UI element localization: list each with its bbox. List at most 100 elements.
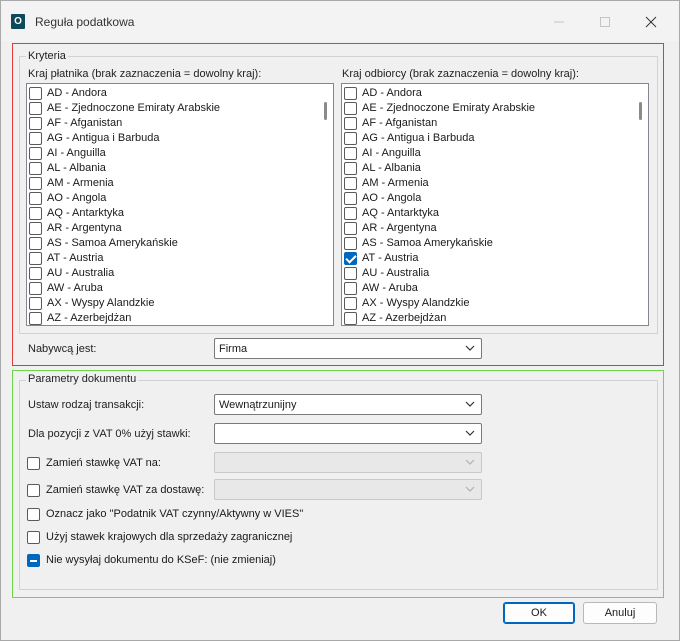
country-checkbox[interactable] (344, 282, 357, 295)
vat0-rate-select[interactable] (214, 423, 482, 444)
country-checkbox[interactable] (344, 207, 357, 220)
maximize-button[interactable] (585, 9, 625, 35)
country-checkbox[interactable] (29, 297, 42, 310)
country-checkbox[interactable] (29, 102, 42, 115)
country-list-item[interactable]: AO - Angola (29, 191, 319, 206)
country-checkbox[interactable] (344, 252, 357, 265)
country-checkbox[interactable] (29, 267, 42, 280)
country-list-item[interactable]: AG - Antigua i Barbuda (29, 131, 319, 146)
checkbox-box[interactable] (27, 531, 40, 544)
cancel-button[interactable]: Anuluj (583, 602, 657, 624)
mark-active-vat-checkbox[interactable]: Oznacz jako "Podatnik VAT czynny/Aktywny… (27, 507, 327, 523)
country-checkbox[interactable] (29, 252, 42, 265)
buyer-select[interactable]: Firma (214, 338, 482, 359)
replace-vat-delivery-select[interactable] (214, 479, 482, 500)
payer-country-list[interactable]: AD - Andora AE - Zjednoczone Emiraty Arab… (26, 83, 334, 326)
checkbox-box[interactable] (27, 457, 40, 470)
country-list-item[interactable]: AM - Armenia (29, 176, 319, 191)
country-checkbox[interactable] (344, 192, 357, 205)
replace-vat-label: Zamień stawkę VAT na: (46, 457, 161, 469)
country-list-item[interactable]: AE - Zjednoczone Emiraty Arabskie (344, 101, 634, 116)
country-label: AD - Andora (47, 87, 107, 99)
replace-vat-checkbox[interactable]: Zamień stawkę VAT na: (27, 456, 207, 472)
country-list-item[interactable]: AL - Albania (344, 161, 634, 176)
country-list-item[interactable]: AR - Argentyna (344, 221, 634, 236)
country-checkbox[interactable] (344, 87, 357, 100)
country-label: AE - Zjednoczone Emiraty Arabskie (362, 102, 536, 114)
country-list-item[interactable]: AQ - Antarktyka (29, 206, 319, 221)
close-button[interactable] (631, 9, 671, 35)
country-list-item[interactable]: AT - Austria (29, 251, 319, 266)
mark-active-vat-label: Oznacz jako "Podatnik VAT czynny/Aktywny… (46, 508, 304, 520)
country-checkbox[interactable] (29, 117, 42, 130)
country-list-item[interactable]: AI - Anguilla (29, 146, 319, 161)
country-list-item[interactable]: AO - Angola (344, 191, 634, 206)
country-list-item[interactable]: AE - Zjednoczone Emiraty Arabskie (29, 101, 319, 116)
country-list-item[interactable]: AM - Armenia (344, 176, 634, 191)
country-checkbox[interactable] (29, 162, 42, 175)
country-checkbox[interactable] (344, 132, 357, 145)
country-list-item[interactable]: AZ - Azerbejdżan (29, 311, 319, 325)
use-domestic-rates-checkbox[interactable]: Użyj stawek krajowych dla sprzedaży zagr… (27, 530, 327, 546)
country-list-item[interactable]: AF - Afganistan (344, 116, 634, 131)
country-checkbox[interactable] (29, 192, 42, 205)
country-checkbox[interactable] (344, 297, 357, 310)
country-checkbox[interactable] (344, 177, 357, 190)
checkbox-box[interactable] (27, 508, 40, 521)
replace-vat-select[interactable] (214, 452, 482, 473)
country-list-item[interactable]: AD - Andora (29, 86, 319, 101)
replace-vat-delivery-checkbox[interactable]: Zamień stawkę VAT za dostawę: (27, 483, 212, 499)
country-list-item[interactable]: AG - Antigua i Barbuda (344, 131, 634, 146)
country-list-item[interactable]: AF - Afganistan (29, 116, 319, 131)
receiver-list-scrollbar[interactable] (639, 102, 642, 120)
country-checkbox[interactable] (29, 207, 42, 220)
receiver-country-label: Kraj odbiorcy (brak zaznaczenia = dowoln… (342, 68, 579, 80)
country-list-item[interactable]: AI - Anguilla (344, 146, 634, 161)
country-list-item[interactable]: AU - Australia (344, 266, 634, 281)
country-list-item[interactable]: AX - Wyspy Alandzkie (29, 296, 319, 311)
checkbox-box[interactable] (27, 484, 40, 497)
country-checkbox[interactable] (344, 312, 357, 325)
country-list-item[interactable]: AZ - Azerbejdżan (344, 311, 634, 325)
country-list-item[interactable]: AW - Aruba (344, 281, 634, 296)
country-label: AE - Zjednoczone Emiraty Arabskie (47, 102, 221, 114)
minimize-button[interactable] (539, 9, 579, 35)
country-list-item[interactable]: AT - Austria (344, 251, 634, 266)
receiver-country-list[interactable]: AD - Andora AE - Zjednoczone Emiraty Arab… (341, 83, 649, 326)
country-checkbox[interactable] (29, 222, 42, 235)
country-checkbox[interactable] (29, 87, 42, 100)
country-checkbox[interactable] (29, 312, 42, 325)
transaction-type-value: Wewnątrzunijny (219, 399, 297, 411)
country-list-item[interactable]: AR - Argentyna (29, 221, 319, 236)
country-list-item[interactable]: AX - Wyspy Alandzkie (344, 296, 634, 311)
country-label: AZ - Azerbejdżan (362, 312, 447, 324)
payer-list-scrollbar[interactable] (324, 102, 327, 120)
country-checkbox[interactable] (29, 282, 42, 295)
country-checkbox[interactable] (29, 237, 42, 250)
checkbox-box[interactable] (27, 554, 40, 567)
ksef-no-send-checkbox[interactable]: Nie wysyłaj dokumentu do KSeF: (nie zmie… (27, 553, 327, 569)
country-label: AS - Samoa Amerykańskie (362, 237, 493, 249)
country-list-item[interactable]: AQ - Antarktyka (344, 206, 634, 221)
country-list-item[interactable]: AS - Samoa Amerykańskie (344, 236, 634, 251)
country-checkbox[interactable] (344, 102, 357, 115)
country-checkbox[interactable] (344, 237, 357, 250)
transaction-type-select[interactable]: Wewnątrzunijny (214, 394, 482, 415)
country-checkbox[interactable] (29, 147, 42, 160)
country-list-item[interactable]: AL - Albania (29, 161, 319, 176)
country-list-item[interactable]: AW - Aruba (29, 281, 319, 296)
country-label: AW - Aruba (362, 282, 418, 294)
country-checkbox[interactable] (344, 267, 357, 280)
country-list-item[interactable]: AD - Andora (344, 86, 634, 101)
country-list-item[interactable]: AS - Samoa Amerykańskie (29, 236, 319, 251)
country-checkbox[interactable] (29, 177, 42, 190)
ok-button[interactable]: OK (503, 602, 575, 624)
country-checkbox[interactable] (344, 117, 357, 130)
country-list-item[interactable]: AU - Australia (29, 266, 319, 281)
country-checkbox[interactable] (344, 222, 357, 235)
country-checkbox[interactable] (29, 132, 42, 145)
country-checkbox[interactable] (344, 147, 357, 160)
country-checkbox[interactable] (344, 162, 357, 175)
country-label: AO - Angola (362, 192, 422, 204)
vat0-label: Dla pozycji z VAT 0% użyj stawki: (28, 428, 191, 440)
